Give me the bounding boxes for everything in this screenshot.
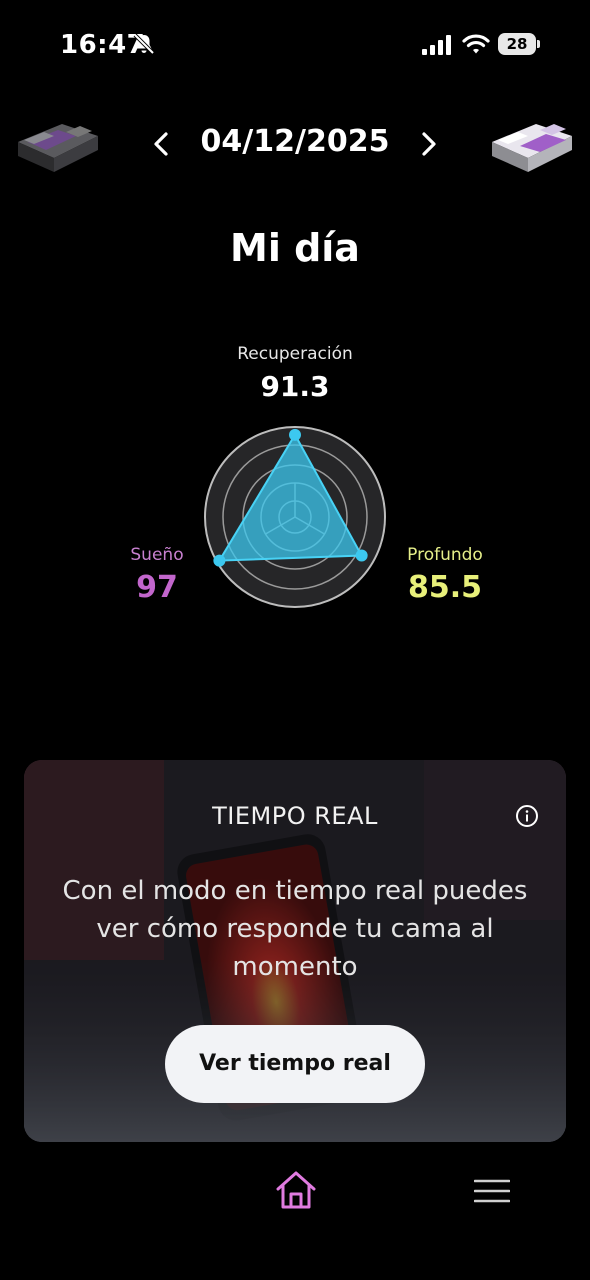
score-radar-chart [204, 426, 386, 608]
bell-muted-icon [133, 33, 155, 55]
info-icon[interactable] [515, 804, 539, 828]
wifi-icon [462, 34, 490, 54]
realtime-card: TIEMPO REAL Con el modo en tiempo real p… [24, 760, 566, 1142]
recuperacion-label: Recuperación [237, 344, 353, 364]
battery-indicator: 28 [498, 33, 542, 55]
previous-day-button[interactable] [146, 124, 176, 164]
sueno-value: 97 [136, 570, 178, 605]
sueno-label: Sueño [130, 545, 184, 565]
view-realtime-button[interactable]: Ver tiempo real [165, 1025, 425, 1103]
bed-right-side-icon[interactable] [490, 112, 576, 178]
radar-point-0 [289, 428, 301, 441]
recuperacion-value: 91.3 [260, 370, 330, 403]
bed-left-side-icon[interactable] [14, 112, 100, 178]
radar-point-2 [355, 549, 368, 562]
profundo-value: 85.5 [407, 570, 483, 605]
hamburger-menu-icon[interactable] [474, 1178, 510, 1204]
radar-point-1 [213, 554, 226, 567]
selected-date[interactable]: 04/12/2025 [180, 124, 410, 159]
next-day-button[interactable] [414, 124, 444, 164]
realtime-card-description: Con el modo en tiempo real puedes ver có… [62, 876, 528, 982]
battery-level: 28 [506, 35, 528, 53]
realtime-card-title: TIEMPO REAL [212, 802, 378, 830]
cellular-signal-icon [422, 35, 451, 55]
page-title: Mi día [230, 226, 360, 270]
profundo-label: Profundo [407, 545, 483, 565]
home-icon[interactable] [274, 1168, 318, 1212]
